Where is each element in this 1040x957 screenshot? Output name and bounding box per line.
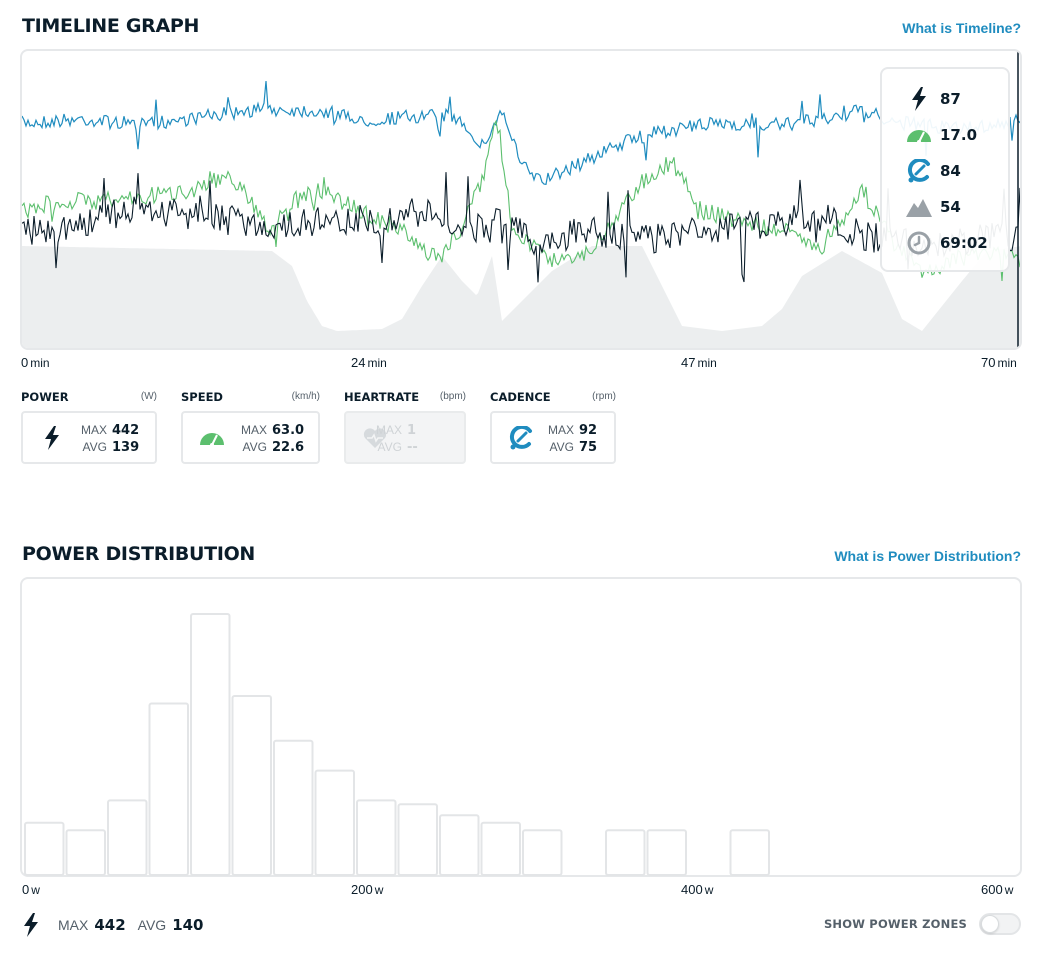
heartrate-stat-unit: (bpm) (439, 391, 466, 402)
heartrate-stat: HEARTRATE (bpm) MAX 1 AVG -- (344, 390, 466, 464)
histogram-bar-25 (65, 829, 106, 877)
distribution-tick-1: 200 w (351, 882, 384, 897)
cadence-avg: 75 (579, 440, 598, 455)
cadence-line (22, 80, 1020, 185)
timeline-tick-0: 0 min (21, 355, 50, 370)
histogram-bar-150 (273, 739, 314, 876)
speed-stat: SPEED (km/h) MAX 63.0 AVG 22.6 (181, 390, 320, 464)
distribution-avg: 140 (172, 916, 204, 934)
power-zones-label: SHOW POWER ZONES (823, 917, 967, 931)
histogram-bar-50 (107, 799, 148, 876)
timeline-plot[interactable] (22, 51, 1022, 350)
tooltip-elevation: 54 (906, 194, 961, 220)
lightning-icon (22, 912, 44, 938)
power-max: 442 (112, 423, 140, 438)
timeline-help-link[interactable]: What is Timeline? (902, 20, 1021, 36)
timeline-tick-2: 47 min (681, 355, 717, 370)
distribution-help-link[interactable]: What is Power Distribution? (834, 548, 1021, 564)
mountain-icon (906, 194, 932, 220)
distribution-avg-label: AVG (137, 917, 167, 933)
cadence-stat: CADENCE (rpm) MAX 92 AVG 75 (490, 390, 616, 464)
histogram-bar-275 (480, 821, 521, 877)
elevation-area (22, 246, 1020, 348)
lightning-icon (39, 425, 65, 451)
power-stat-unit: (W) (140, 391, 157, 402)
cadence-icon (508, 425, 534, 451)
histogram-bar-125 (231, 695, 272, 876)
power-zones-control: SHOW POWER ZONES (824, 913, 1021, 935)
tooltip-speed-value: 17.0 (940, 126, 978, 144)
timeline-tooltip: 87 17.0 84 54 69:02 (880, 67, 1010, 272)
toggle-knob (981, 915, 999, 933)
timeline-tick-1: 24 min (351, 355, 387, 370)
cadence-stat-card: MAX 92 AVG 75 (490, 411, 616, 464)
histogram-bar-0 (24, 821, 65, 877)
tooltip-elevation-value: 54 (940, 198, 961, 216)
distribution-tick-0: 0w (22, 882, 40, 897)
histogram-bar-100 (190, 613, 231, 876)
heartrate-stat-card: MAX 1 AVG -- (344, 411, 466, 464)
tooltip-power-value: 87 (940, 90, 961, 108)
cadence-icon (906, 158, 932, 184)
timeline-title: TIMELINE GRAPH (22, 15, 200, 37)
histogram-bar-250 (439, 814, 480, 877)
timeline-tick-3: 70 min (981, 355, 1017, 370)
histogram-bar-75 (148, 702, 189, 876)
cadence-stat-unit: (rpm) (592, 391, 616, 402)
tooltip-power: 87 (906, 86, 961, 112)
speed-stat-label: SPEED (181, 390, 223, 404)
power-stat: POWER (W) MAX 442 AVG 139 (21, 390, 157, 464)
histogram-bar-350 (605, 829, 646, 877)
distribution-tick-2: 400 w (681, 882, 714, 897)
histogram-bar-225 (397, 803, 438, 876)
histogram-bar-200 (356, 799, 397, 876)
power-avg: 139 (112, 440, 140, 455)
speed-avg: 22.6 (272, 440, 305, 455)
heartrate-max: 1 (407, 423, 417, 438)
cadence-max: 92 (579, 423, 598, 438)
histogram-bar-375 (646, 829, 687, 877)
histogram-bar-175 (314, 769, 355, 877)
distribution-title: POWER DISTRIBUTION (22, 543, 256, 565)
heartrate-stat-label: HEARTRATE (344, 390, 420, 404)
power-distribution-chart (20, 577, 1022, 877)
speedometer-icon (199, 425, 225, 451)
tooltip-speed: 17.0 (906, 122, 977, 148)
cadence-stat-label: CADENCE (490, 390, 551, 404)
speedometer-icon (906, 122, 932, 148)
histogram-bar-425 (729, 829, 770, 877)
tooltip-cadence: 84 (906, 158, 961, 184)
power-stat-label: POWER (21, 390, 69, 404)
heartrate-avg: -- (407, 440, 418, 455)
distribution-max: 442 (94, 916, 126, 934)
power-distribution-plot (24, 613, 770, 877)
tooltip-time-value: 69:02 (940, 234, 988, 252)
power-stat-card: MAX 442 AVG 139 (21, 411, 157, 464)
speed-stat-unit: (km/h) (291, 391, 320, 402)
speed-stat-card: MAX 63.0 AVG 22.6 (181, 411, 320, 464)
distribution-max-label: MAX (58, 917, 89, 933)
power-zones-toggle[interactable] (979, 913, 1021, 935)
clock-icon (906, 230, 932, 256)
lightning-icon (906, 86, 932, 112)
timeline-graph[interactable]: 87 17.0 84 54 69:02 (20, 49, 1022, 350)
histogram-bar-300 (522, 829, 563, 877)
distribution-tick-3: 600 w (981, 882, 1014, 897)
tooltip-cadence-value: 84 (940, 162, 961, 180)
distribution-summary: MAX 442 AVG 140 (22, 912, 216, 938)
tooltip-time: 69:02 (906, 230, 988, 256)
speed-max: 63.0 (272, 423, 305, 438)
